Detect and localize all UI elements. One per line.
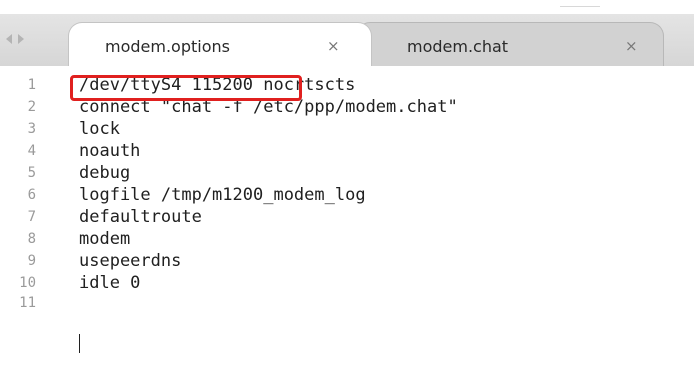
line-number: 10 [19, 275, 36, 291]
line-text[interactable]: noauth [79, 140, 140, 162]
line-text[interactable]: usepeerdns [79, 250, 181, 272]
code-line[interactable]: 11 [0, 292, 694, 314]
line-text[interactable]: logfile /tmp/m1200_modem_log [79, 184, 366, 206]
code-line[interactable]: 8 modem [0, 228, 694, 250]
line-number: 9 [27, 253, 36, 269]
top-strip-fragment [560, 0, 600, 7]
code-editor[interactable]: 1/dev/ttyS4 115200 nocrtscts 2 connect "ch… [0, 66, 694, 374]
line-number: 3 [27, 121, 36, 137]
line-number: 2 [27, 99, 36, 115]
line-number: 8 [27, 231, 36, 247]
close-icon[interactable]: × [625, 37, 638, 55]
line-number: 1 [27, 77, 36, 93]
arrow-right-icon[interactable] [18, 34, 24, 44]
line-text[interactable]: idle 0 [79, 272, 140, 294]
line-number: 6 [27, 187, 36, 203]
code-line[interactable]: 10 idle 0 [0, 272, 694, 294]
line-text[interactable]: connect "chat -f /etc/ppp/modem.chat" [79, 96, 458, 118]
text-caret [79, 334, 80, 353]
close-icon[interactable]: × [327, 37, 340, 55]
code-line[interactable]: 9 usepeerdns [0, 250, 694, 272]
line-text[interactable]: debug [79, 162, 130, 184]
code-line[interactable]: 3 lock [0, 118, 694, 140]
code-line[interactable]: 2 connect "chat -f /etc/ppp/modem.chat" [0, 96, 694, 118]
window-top-strip [0, 0, 694, 14]
code-line[interactable]: 1/dev/ttyS4 115200 nocrtscts [0, 74, 694, 96]
tab-nav-arrows [6, 34, 24, 44]
code-line[interactable]: 5 debug [0, 162, 694, 184]
tab-modem-options[interactable]: modem.options × [68, 22, 372, 66]
arrow-left-icon[interactable] [6, 34, 12, 44]
line-number: 4 [27, 143, 36, 159]
line-text[interactable]: defaultroute [79, 206, 202, 228]
line-number: 7 [27, 209, 36, 225]
line-number: 5 [27, 165, 36, 181]
code-line[interactable]: 4 noauth [0, 140, 694, 162]
line-text[interactable]: lock [79, 118, 120, 140]
code-line[interactable]: 6 logfile /tmp/m1200_modem_log [0, 184, 694, 206]
line-text[interactable]: modem [79, 228, 130, 250]
line-number: 11 [19, 295, 36, 311]
tab-modem-chat[interactable]: modem.chat × [356, 22, 664, 66]
tab-label: modem.chat [407, 37, 509, 56]
code-line[interactable]: 7 defaultroute [0, 206, 694, 228]
tab-label: modem.options [105, 37, 230, 56]
line-text[interactable]: /dev/ttyS4 115200 nocrtscts [79, 74, 355, 96]
tab-bar: modem.chat × modem.options × [0, 14, 694, 67]
